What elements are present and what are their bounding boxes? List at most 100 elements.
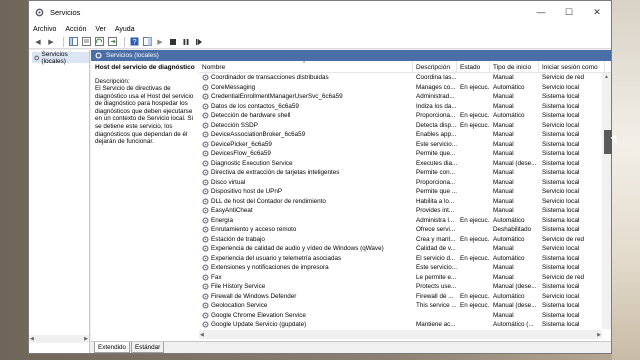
service-gear-icon — [202, 122, 209, 129]
console-tree-icon[interactable] — [68, 37, 78, 47]
scroll-up-icon[interactable]: ▲ — [602, 73, 611, 81]
table-row[interactable]: Google Update Servicio (gupdate) Mantiene… — [199, 320, 611, 329]
service-gear-icon — [202, 293, 209, 300]
table-row[interactable]: File History Service Protects use... Manua… — [199, 282, 611, 292]
forward-arrow-icon[interactable]: ▶ — [46, 37, 56, 47]
table-row[interactable]: DevicesFlow_6c6a59 Permite que... Manual Si… — [199, 149, 611, 159]
table-row[interactable]: CoreMessaging Manages co... En ejecuc... Au… — [199, 83, 611, 93]
table-row[interactable]: Disco virtual Proporciona... Manual Sistema… — [199, 178, 611, 188]
maximize-button[interactable]: ☐ — [555, 1, 583, 23]
cell-logon-as: Servicio de red — [542, 273, 584, 281]
service-title: Host del servicio de diagnóstico — [95, 64, 195, 71]
play-icon[interactable]: ▶ — [155, 37, 165, 47]
scroll-left-icon[interactable]: ◀ — [200, 332, 204, 338]
cell-name: Diagnostic Execution Service — [199, 160, 413, 167]
table-row[interactable]: DeviceAssociationBroker_6c6a59 Enables ap… — [199, 130, 611, 140]
table-row[interactable]: Geolocation Service This service ... En ej… — [199, 301, 611, 311]
cell-name: Enrutamiento y acceso remoto — [199, 226, 413, 233]
service-name: EasyAntiCheat — [211, 207, 253, 215]
properties-icon[interactable] — [81, 37, 91, 47]
tab-standard[interactable]: Estándar — [131, 342, 165, 353]
table-row[interactable]: Detección de hardware shell Proporciona..… — [199, 111, 611, 121]
description-pane: Host del servicio de diagnóstico Descrip… — [95, 64, 199, 146]
desktop-background — [612, 0, 640, 360]
cell-description: Permite que ... — [416, 188, 457, 196]
service-name: DevicePicker_6c6a59 — [211, 140, 272, 148]
menu-accion[interactable]: Acción — [65, 26, 86, 33]
stop-icon[interactable] — [168, 37, 178, 47]
column-header-startup[interactable]: Tipo de inicio — [490, 61, 539, 72]
menu-ayuda[interactable]: Ayuda — [115, 26, 135, 33]
table-row[interactable]: DLL de host del Contador de rendimiento H… — [199, 197, 611, 207]
scroll-right-icon[interactable]: ▶ — [84, 336, 88, 342]
cell-status: En ejecuc... — [460, 302, 490, 310]
table-row[interactable]: Enrutamiento y acceso remoto Ofrece servi… — [199, 225, 611, 235]
cell-logon-as: Sistema local — [542, 112, 580, 120]
cell-name: Datos de los contactos_6c6a59 — [199, 103, 413, 110]
restart-icon[interactable] — [194, 37, 204, 47]
table-row[interactable]: Diagnostic Execution Service Executes dia… — [199, 159, 611, 169]
table-row[interactable]: Directiva de extracción de tarjetas inte… — [199, 168, 611, 178]
menu-archivo[interactable]: Archivo — [33, 26, 56, 33]
close-button[interactable]: ✕ — [583, 1, 611, 23]
table-row[interactable]: EasyAntiCheat Provides int... Manual Sistem… — [199, 206, 611, 216]
table-row[interactable]: Experiencia de calidad de audio y vídeo … — [199, 244, 611, 254]
cell-startup-type: Deshabilitado — [493, 226, 532, 234]
main-pane: Servicios (locales) Host del servicio de… — [91, 50, 611, 353]
tree-item-services-local[interactable]: Servicios (locales) — [32, 51, 89, 65]
service-name: Detección de hardware shell — [211, 112, 291, 120]
table-row[interactable]: Estación de trabajo Crea y mant... En ejec… — [199, 235, 611, 245]
table-row[interactable]: Dispositivo host de UPnP Permite que ... M… — [199, 187, 611, 197]
tree-horizontal-scrollbar[interactable]: ◀ ▶ — [29, 335, 89, 343]
table-row[interactable]: Coordinador de transacciones distribuida… — [199, 73, 611, 83]
view-icon[interactable] — [142, 37, 152, 47]
table-row[interactable]: Fax Le permite e... Manual Servicio de red — [199, 273, 611, 283]
cell-startup-type: Manual — [493, 150, 514, 158]
table-row[interactable]: Datos de los contactos_6c6a59 Indiza los … — [199, 102, 611, 112]
service-gear-icon — [202, 312, 209, 319]
column-header-status[interactable]: Estado — [457, 61, 490, 72]
service-name: DeviceAssociationBroker_6c6a59 — [211, 131, 306, 139]
vertical-scrollbar[interactable]: ▲ — [602, 73, 611, 329]
table-row[interactable]: Google Chrome Elevation Service Manual Sis… — [199, 311, 611, 321]
back-arrow-icon[interactable]: ◀ — [33, 37, 43, 47]
service-name: Datos de los contactos_6c6a59 — [211, 102, 299, 110]
table-row[interactable]: DevicePicker_6c6a59 Este servicio... Manua… — [199, 140, 611, 150]
help-icon[interactable]: ? — [129, 37, 139, 47]
column-header-name[interactable]: Nombre — [199, 61, 413, 72]
cell-startup-type: Manual (dese... — [493, 159, 537, 167]
view-tabs: Extendido Estándar — [91, 341, 611, 353]
table-row[interactable]: Experiencia del usuario y telemetría aso… — [199, 254, 611, 264]
table-row[interactable]: CredentialEnrollmentManagerUserSvc_6c6a5… — [199, 92, 611, 102]
cell-startup-type: Manual — [493, 311, 514, 319]
column-header-description[interactable]: Descripción — [413, 61, 457, 72]
scroll-right-icon[interactable]: ▶ — [597, 332, 601, 338]
pause-icon[interactable] — [181, 37, 191, 47]
export-list-icon[interactable] — [107, 37, 117, 47]
cell-startup-type: Automático — [493, 83, 525, 91]
cell-logon-as: Sistema local — [542, 131, 580, 139]
service-name: Enrutamiento y acceso remoto — [211, 226, 297, 234]
scroll-left-icon[interactable]: ◀ — [30, 336, 34, 342]
scrollbar-thumb[interactable] — [604, 130, 612, 154]
service-name: Fax — [211, 273, 222, 281]
minimize-button[interactable]: — — [527, 1, 555, 23]
column-headers: ^ Nombre Descripción Estado Tipo de inic… — [199, 61, 611, 73]
table-row[interactable]: Firewall de Windows Defender Firewall de … — [199, 292, 611, 302]
cell-description: Habilita a lo... — [416, 197, 455, 205]
cell-status: En ejecuc... — [460, 121, 490, 129]
cell-name: Estación de trabajo — [199, 236, 413, 243]
menu-ver[interactable]: Ver — [95, 26, 106, 33]
service-gear-icon — [202, 84, 209, 91]
table-row[interactable]: Energía Administra l... En ejecuc... Automá… — [199, 216, 611, 226]
table-row[interactable]: Detección SSDP Detecta disp... En ejecuc..… — [199, 121, 611, 131]
cell-logon-as: Sistema local — [542, 102, 580, 110]
service-name: Experiencia del usuario y telemetría aso… — [211, 254, 342, 262]
refresh-icon[interactable] — [94, 37, 104, 47]
column-header-logon[interactable]: Iniciar sesión como — [539, 61, 605, 72]
list-horizontal-scrollbar[interactable]: ◀ ▶ — [199, 330, 602, 339]
cell-logon-as: Servicio de red — [542, 235, 584, 243]
table-row[interactable]: Extensiones y notificaciones de impresor… — [199, 263, 611, 273]
tab-extended[interactable]: Extendido — [94, 342, 131, 353]
description-text: El Servicio de directivas de diagnóstico… — [95, 85, 194, 146]
